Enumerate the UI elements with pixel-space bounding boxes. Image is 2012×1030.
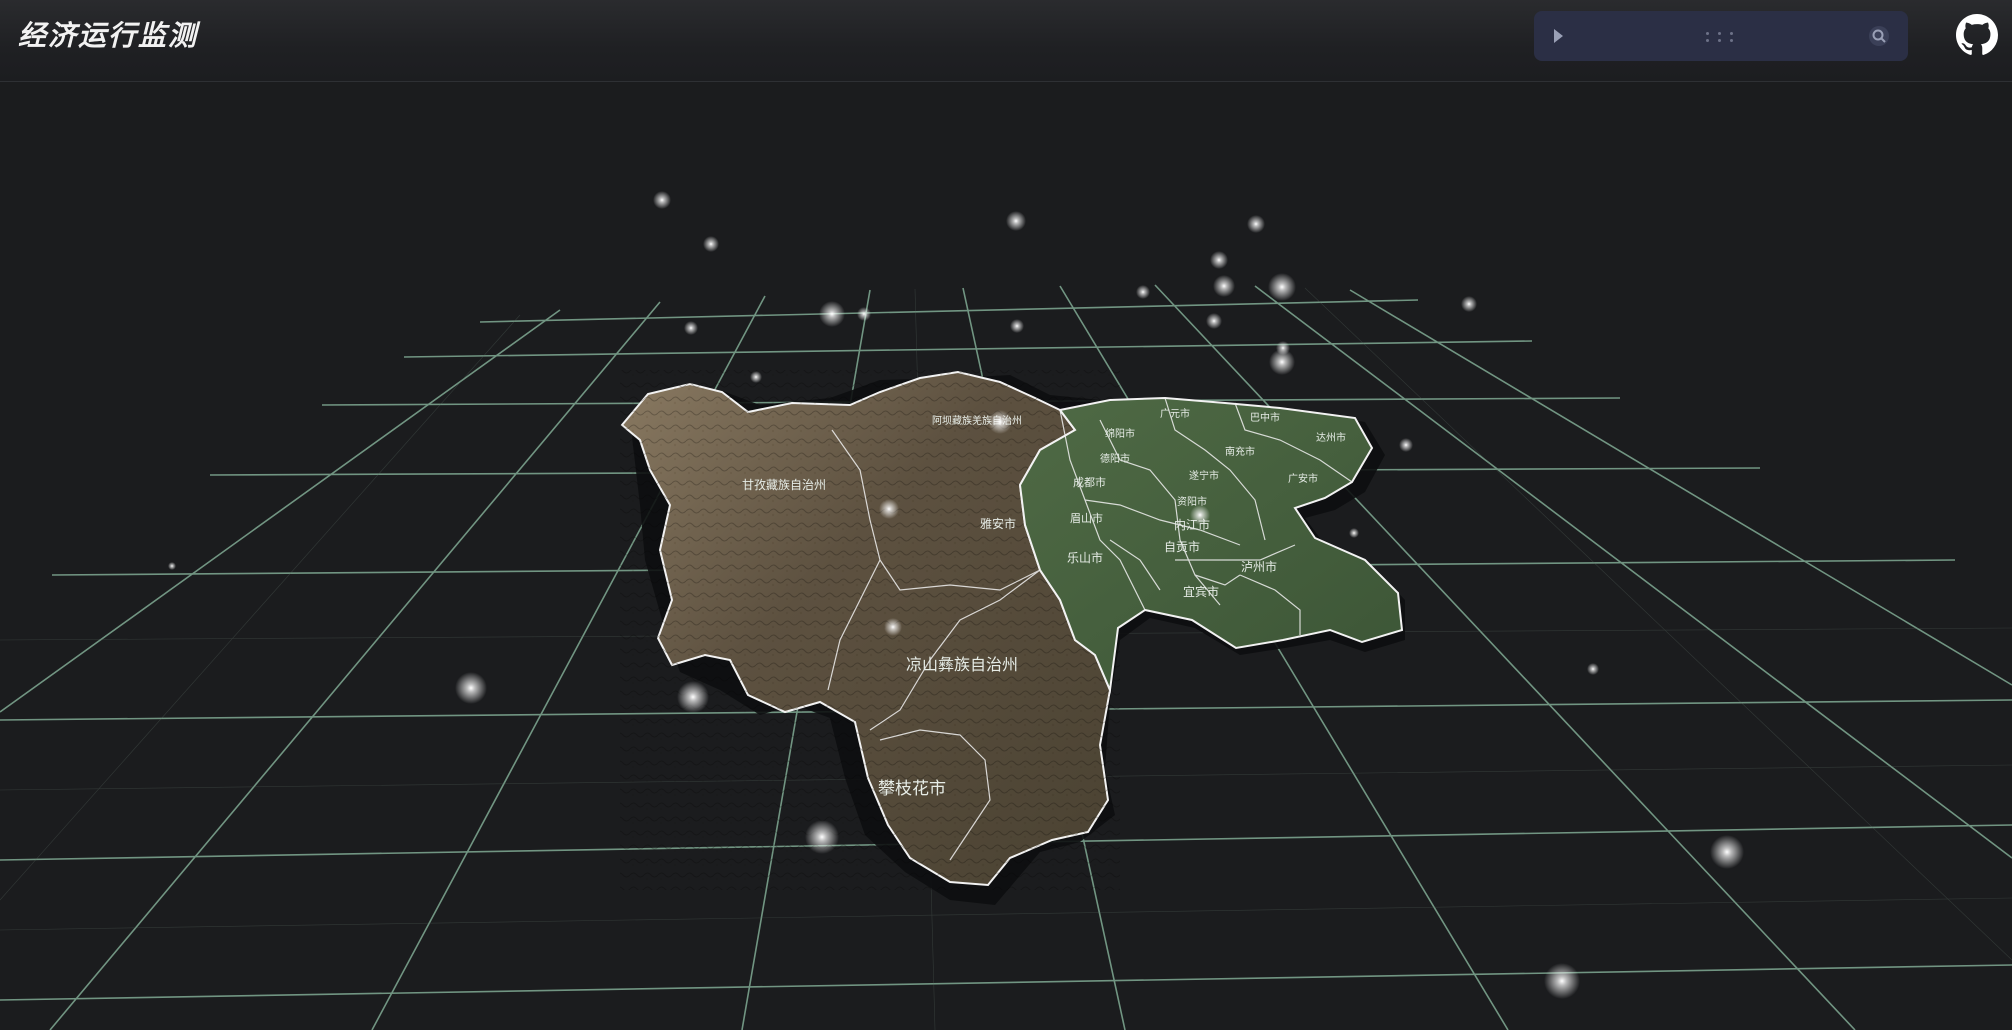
label-bazhong: 巴中市 — [1250, 411, 1280, 424]
label-guangan: 广安市 — [1288, 472, 1318, 485]
play-icon[interactable] — [1554, 29, 1563, 43]
label-leshan: 乐山市 — [1067, 550, 1103, 565]
label-chengdu: 成都市 — [1073, 475, 1106, 489]
github-icon[interactable] — [1956, 14, 1998, 56]
label-panzhihua: 攀枝花市 — [878, 779, 946, 799]
zoom-icon[interactable] — [1868, 25, 1890, 47]
label-ganzi: 甘孜藏族自治州 — [742, 478, 826, 492]
label-meishan: 眉山市 — [1070, 511, 1103, 525]
label-yaan: 雅安市 — [980, 516, 1016, 531]
page-title: 经济运行监测 — [18, 19, 199, 52]
top-bar: 经济运行监测 — [0, 0, 2012, 82]
label-luzhou: 泸州市 — [1241, 559, 1277, 574]
label-suining: 遂宁市 — [1189, 469, 1219, 482]
label-zigong: 自贡市 — [1164, 539, 1200, 554]
label-liangshan: 凉山彝族自治州 — [906, 655, 1018, 674]
drag-handle-icon[interactable] — [1706, 32, 1736, 42]
label-guangyuan: 广元市 — [1160, 407, 1190, 420]
timeline-player[interactable] — [1534, 11, 1908, 61]
label-mianyang: 绵阳市 — [1105, 427, 1135, 440]
label-yibin: 宜宾市 — [1183, 584, 1219, 599]
map-scene[interactable]: 甘孜藏族自治州 阿坝藏族羌族自治州 凉山彝族自治州 攀枝花市 雅安市 成都市 眉… — [0, 0, 2012, 1030]
label-deyang: 德阳市 — [1100, 452, 1130, 465]
label-dazhou: 达州市 — [1316, 431, 1346, 444]
label-nanchong: 南充市 — [1225, 445, 1255, 458]
